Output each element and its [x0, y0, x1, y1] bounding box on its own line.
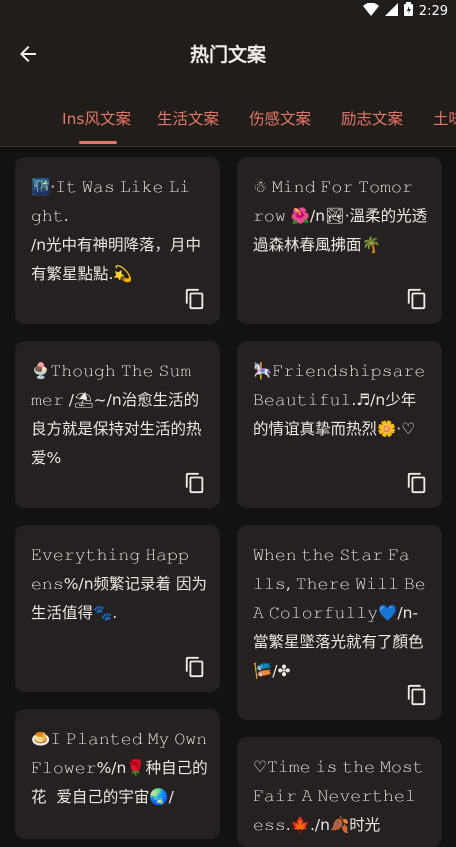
quote-text: 🍮𝙸 𝙿𝚕𝚊𝚗𝚝𝚎𝚍 𝙼𝚢 𝙾𝚠𝚗 𝙵𝚕𝚘𝚠𝚎𝚛%/n🌹种自己的花 爱自己的宇宙…: [31, 730, 213, 806]
wifi-icon: [362, 2, 379, 20]
quote-text: ♡𝚃𝚒𝚖𝚎 𝚒𝚜 𝚝𝚑𝚎 𝙼𝚘𝚜𝚝 𝙵𝚊𝚒𝚛 𝙰 𝙽𝚎𝚟𝚎𝚛𝚝𝚑𝚎𝚕𝚎𝚜𝚜.🍁.…: [253, 758, 429, 834]
quote-card[interactable]: 🎠𝙵𝚛𝚒𝚎𝚗𝚍𝚜𝚑𝚒𝚙𝚜𝚊𝚛𝚎 𝙱𝚎𝚊𝚞𝚝𝚒𝚏𝚞𝚕.♬/n少年的情谊真挚而热烈🌼…: [237, 341, 442, 508]
quote-card[interactable]: ♡𝚃𝚒𝚖𝚎 𝚒𝚜 𝚝𝚑𝚎 𝙼𝚘𝚜𝚝 𝙵𝚊𝚒𝚛 𝙰 𝙽𝚎𝚟𝚎𝚛𝚝𝚑𝚎𝚕𝚎𝚜𝚜.🍁.…: [237, 737, 442, 847]
quote-text: 🌃·𝙸𝚝 𝚆𝚊𝚜 𝙻𝚒𝚔𝚎 𝙻𝚒𝚐𝚑𝚝. /n光中有神明降落，月中有繁星點點.💫: [31, 178, 202, 283]
quote-card[interactable]: 🍨𝚃𝚑𝚘𝚞𝚐𝚑 𝚃𝚑𝚎 𝚂𝚞𝚖𝚖𝚎𝚛 /⛱~/n治愈生活的良方就是保持对生活的热…: [15, 341, 220, 508]
copy-icon[interactable]: [406, 684, 428, 706]
app-bar: 热门文案: [0, 22, 456, 84]
battery-icon: [403, 2, 413, 20]
tab-inspire[interactable]: 励志文案: [341, 107, 403, 129]
quote-card[interactable]: ☃ 𝙼𝚒𝚗𝚍 𝙵𝚘𝚛 𝚃𝚘𝚖𝚘𝚛𝚛𝚘𝚠 🌺/n🏞·溫柔的光透過森林春風拂面🌴: [237, 157, 442, 324]
status-time: 2:29: [418, 3, 448, 19]
copy-icon[interactable]: [406, 288, 428, 310]
quote-text: 🎠𝙵𝚛𝚒𝚎𝚗𝚍𝚜𝚑𝚒𝚙𝚜𝚊𝚛𝚎 𝙱𝚎𝚊𝚞𝚝𝚒𝚏𝚞𝚕.♬/n少年的情谊真挚而热烈🌼…: [253, 362, 426, 438]
category-tabs: Ins风文案 生活文案 伤感文案 励志文案 土味: [0, 84, 456, 146]
page-title: 热门文案: [189, 44, 266, 66]
status-bar: 2:29: [0, 0, 456, 22]
copy-icon[interactable]: [184, 288, 206, 310]
tab-sad[interactable]: 伤感文案: [249, 107, 311, 129]
quote-text: 🍨𝚃𝚑𝚘𝚞𝚐𝚑 𝚃𝚑𝚎 𝚂𝚞𝚖𝚖𝚎𝚛 /⛱~/n治愈生活的良方就是保持对生活的热…: [31, 362, 202, 467]
quote-card[interactable]: 𝚆𝚑𝚎𝚗 𝚝𝚑𝚎 𝚂𝚝𝚊𝚛 𝙵𝚊𝚕𝚕𝚜, 𝚃𝚑𝚎𝚛𝚎 𝚆𝚒𝚕𝚕 𝙱𝚎 𝙰 𝙲𝚘𝚕…: [237, 525, 442, 720]
quote-text: ☃ 𝙼𝚒𝚗𝚍 𝙵𝚘𝚛 𝚃𝚘𝚖𝚘𝚛𝚛𝚘𝚠 🌺/n🏞·溫柔的光透過森林春風拂面🌴: [253, 178, 428, 254]
divider: [0, 146, 456, 147]
signal-icon: [384, 2, 398, 20]
tab-ins[interactable]: Ins风文案: [62, 107, 131, 129]
quote-text: 𝚆𝚑𝚎𝚗 𝚝𝚑𝚎 𝚂𝚝𝚊𝚛 𝙵𝚊𝚕𝚕𝚜, 𝚃𝚑𝚎𝚛𝚎 𝚆𝚒𝚕𝚕 𝙱𝚎 𝙰 𝙲𝚘𝚕…: [253, 546, 431, 680]
tab-tuwei[interactable]: 土味: [433, 107, 456, 129]
quote-text: 𝙴𝚟𝚎𝚛𝚢𝚝𝚑𝚒𝚗𝚐 𝙷𝚊𝚙𝚙𝚎𝚗𝚜%/n频繁记录着 因为生活值得🐾.: [31, 546, 207, 622]
tab-indicator: [79, 141, 117, 144]
quote-card[interactable]: 🌃·𝙸𝚝 𝚆𝚊𝚜 𝙻𝚒𝚔𝚎 𝙻𝚒𝚐𝚑𝚝. /n光中有神明降落，月中有繁星點點.💫: [15, 157, 220, 324]
copy-icon[interactable]: [406, 472, 428, 494]
quote-card[interactable]: 🍮𝙸 𝙿𝚕𝚊𝚗𝚝𝚎𝚍 𝙼𝚢 𝙾𝚠𝚗 𝙵𝚕𝚘𝚠𝚎𝚛%/n🌹种自己的花 爱自己的宇宙…: [15, 709, 220, 839]
tab-life[interactable]: 生活文案: [157, 107, 219, 129]
copy-icon[interactable]: [184, 656, 206, 678]
copy-icon[interactable]: [184, 472, 206, 494]
quote-card[interactable]: 𝙴𝚟𝚎𝚛𝚢𝚝𝚑𝚒𝚗𝚐 𝙷𝚊𝚙𝚙𝚎𝚗𝚜%/n频繁记录着 因为生活值得🐾.: [15, 525, 220, 692]
